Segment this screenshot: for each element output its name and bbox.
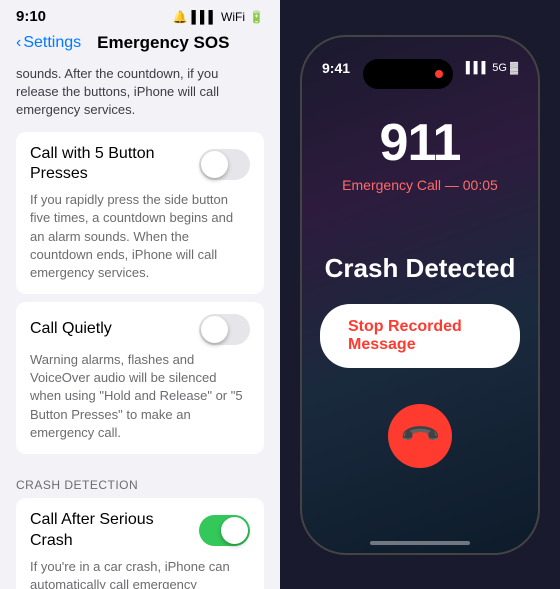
crash-detection-row: Call After Serious Crash: [30, 510, 250, 552]
chevron-left-icon: ‹: [16, 34, 21, 52]
settings-content: sounds. After the countdown, if you rele…: [0, 61, 280, 589]
call-5-presses-toggle[interactable]: [199, 149, 250, 180]
crash-detection-card: Call After Serious Crash If you're in a …: [16, 498, 264, 589]
call-5-presses-title: Call with 5 Button Presses: [30, 144, 199, 186]
phone-network-icon: 5G: [492, 62, 507, 74]
intro-text: sounds. After the countdown, if you rele…: [0, 61, 280, 132]
call-quietly-toggle[interactable]: [199, 314, 250, 345]
phone-signal-icon: ▌▌▌: [466, 62, 489, 74]
stop-recorded-message-button[interactable]: Stop Recorded Message: [320, 304, 520, 368]
status-icons-left: 🔔 ▌▌▌ WiFi 🔋: [173, 10, 264, 24]
bell-icon: 🔔: [173, 10, 188, 24]
dynamic-island: [363, 59, 453, 89]
settings-panel: 9:10 🔔 ▌▌▌ WiFi 🔋 ‹ Settings Emergency S…: [0, 0, 280, 589]
phone-panel: 9:41 ▌▌▌ 5G ▓ 911 Emergency Call — 00:05…: [280, 0, 560, 589]
crash-detected-title: Crash Detected: [325, 253, 516, 284]
phone-status-icons: ▌▌▌ 5G ▓: [466, 62, 518, 74]
status-bar-left: 9:10 🔔 ▌▌▌ WiFi 🔋: [0, 0, 280, 29]
crash-detection-title: Call After Serious Crash: [30, 510, 199, 552]
back-button[interactable]: ‹ Settings: [16, 34, 81, 52]
emergency-label: Emergency Call — 00:05: [342, 177, 498, 193]
call-quietly-title: Call Quietly: [30, 319, 199, 340]
home-indicator: [370, 541, 470, 545]
nav-header: ‹ Settings Emergency SOS: [0, 29, 280, 61]
phone-frame: 9:41 ▌▌▌ 5G ▓ 911 Emergency Call — 00:05…: [300, 35, 540, 555]
battery-icon: 🔋: [249, 10, 264, 24]
crash-detection-header: CRASH DETECTION: [0, 462, 280, 498]
crash-detection-desc: If you're in a car crash, iPhone can aut…: [30, 558, 250, 589]
status-time-left: 9:10: [16, 8, 46, 25]
call-quietly-desc: Warning alarms, flashes and VoiceOver au…: [30, 351, 250, 442]
page-title: Emergency SOS: [97, 33, 229, 53]
wifi-icon: WiFi: [221, 10, 245, 24]
recording-dot-icon: [435, 70, 443, 78]
crash-detection-toggle[interactable]: [199, 515, 250, 546]
emergency-number: 911: [380, 113, 461, 173]
call-quietly-card: Call Quietly Warning alarms, flashes and…: [16, 302, 264, 454]
phone-status-time: 9:41: [322, 60, 350, 76]
call-5-presses-row: Call with 5 Button Presses: [30, 144, 250, 186]
back-label: Settings: [23, 34, 81, 52]
stop-button-label: Stop Recorded Message: [348, 318, 492, 354]
end-call-icon: 📞: [398, 413, 443, 458]
signal-icon: ▌▌▌: [192, 10, 218, 24]
phone-battery-icon: ▓: [510, 62, 518, 74]
end-call-button[interactable]: 📞: [388, 404, 452, 468]
call-quietly-row: Call Quietly: [30, 314, 250, 345]
call-5-presses-card: Call with 5 Button Presses If you rapidl…: [16, 132, 264, 295]
call-5-presses-desc: If you rapidly press the side button fiv…: [30, 191, 250, 282]
